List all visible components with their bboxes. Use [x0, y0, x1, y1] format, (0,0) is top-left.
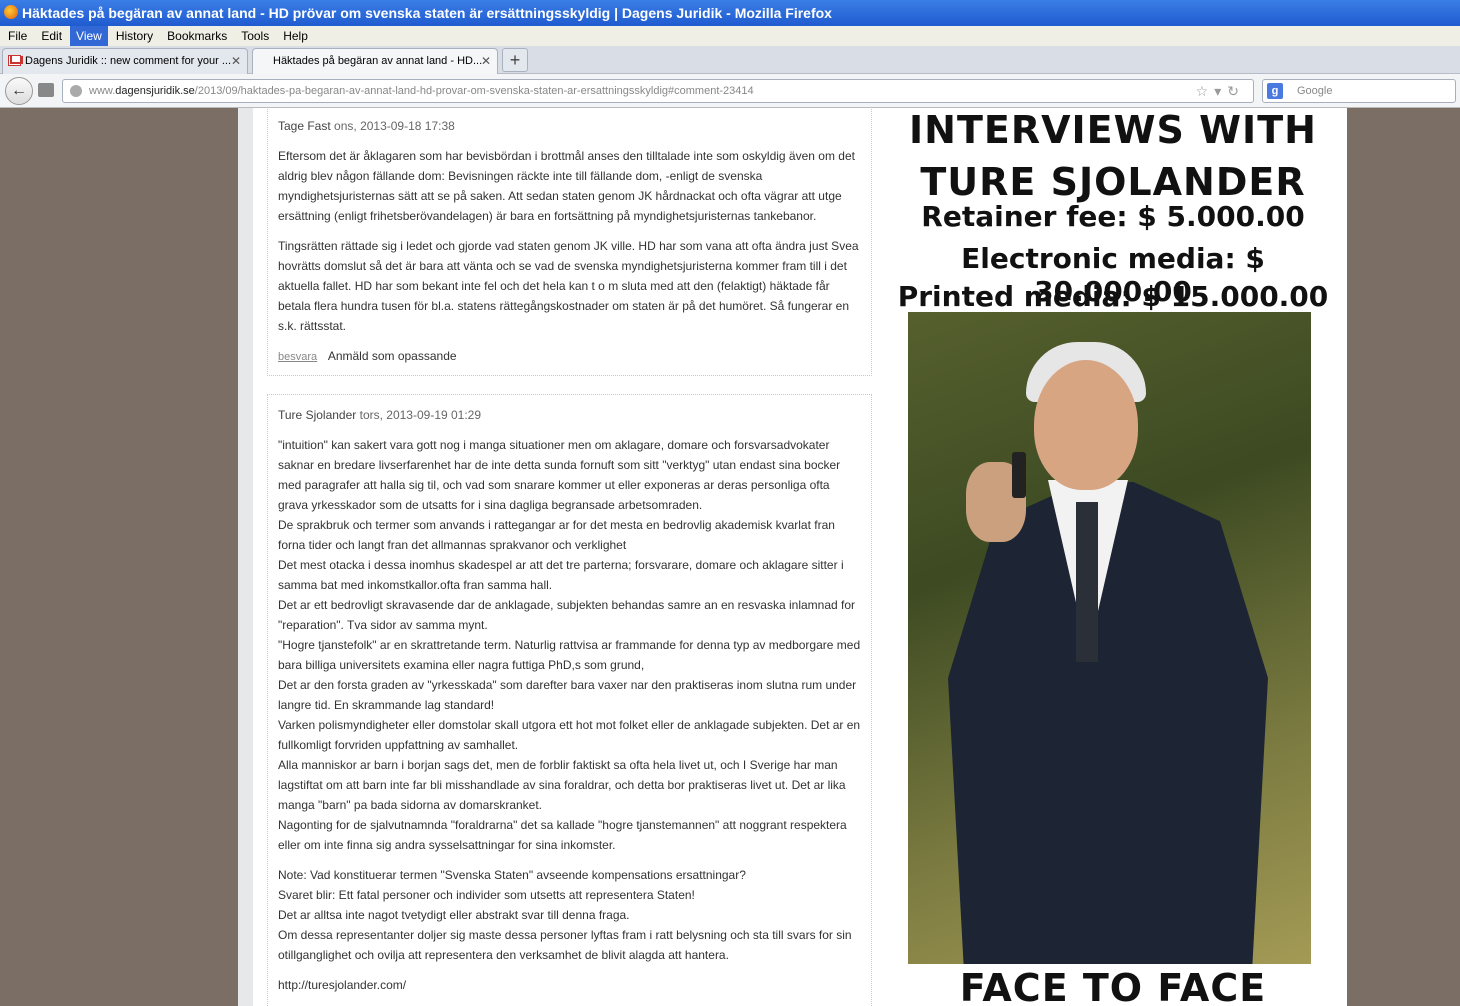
ad-banner[interactable]: INTERVIEWS WITH TURE SJOLANDER Retainer …: [879, 108, 1347, 1006]
comment-meta: Ture Sjolander tors, 2013-09-19 01:29: [278, 405, 861, 425]
google-icon[interactable]: g: [1267, 83, 1283, 99]
comment-paragraph: "intuition" kan sakert vara gott nog i m…: [278, 438, 861, 852]
ad-headline-1: INTERVIEWS WITH: [909, 108, 1317, 152]
page-viewport: Tage Fast ons, 2013-09-18 17:38 Eftersom…: [0, 108, 1460, 1006]
head-shape: [1034, 360, 1138, 490]
url-bar[interactable]: www.dagensjuridik.se/2013/09/haktades-pa…: [62, 79, 1254, 103]
comment-tage-fast: Tage Fast ons, 2013-09-18 17:38 Eftersom…: [267, 108, 872, 376]
gmail-icon: [8, 55, 21, 66]
search-placeholder: Google: [1297, 85, 1333, 97]
ad-headline-2: TURE SJOLANDER: [920, 160, 1306, 204]
bookmark-star-icon[interactable]: ☆: [1196, 83, 1215, 99]
tab-article[interactable]: Häktades på begäran av annat land - HD..…: [252, 48, 498, 74]
menu-history[interactable]: History: [110, 26, 159, 46]
comment-date: tors, 2013-09-19 01:29: [359, 408, 482, 422]
menu-file[interactable]: File: [2, 26, 33, 46]
menu-help[interactable]: Help: [277, 26, 314, 46]
new-tab-button[interactable]: +: [502, 48, 528, 72]
ad-retainer-fee: Retainer fee: $ 5.000.00: [921, 200, 1305, 233]
menu-bookmarks[interactable]: Bookmarks: [161, 26, 233, 46]
ad-printed-media: Printed media: $ 15.000.00: [897, 280, 1329, 313]
tab-dagens-juridik-mail[interactable]: Dagens Juridik :: new comment for your .…: [2, 48, 248, 74]
window-title: Häktades på begäran av annat land - HD p…: [22, 5, 832, 21]
comment-author: Tage Fast: [278, 119, 331, 133]
back-button[interactable]: ←: [5, 77, 33, 105]
firefox-icon: [4, 5, 18, 19]
ad-footer: FACE TO FACE: [959, 966, 1267, 1006]
comment-date: ons, 2013-09-18 17:38: [334, 119, 455, 133]
reply-link[interactable]: besvara: [278, 351, 317, 363]
search-input[interactable]: g Google: [1262, 79, 1456, 103]
url-prefix: www.: [89, 85, 116, 97]
tab-label: Dagens Juridik :: new comment for your .…: [25, 55, 232, 67]
comment-paragraph: Tingsrätten rättade sig i ledet och gjor…: [278, 239, 859, 333]
tab-label: Häktades på begäran av annat land - HD..…: [273, 55, 483, 67]
home-icon[interactable]: [38, 83, 54, 97]
tab-bar: Dagens Juridik :: new comment for your .…: [0, 46, 1460, 74]
comment-actions: besvara Anmäld som opassande: [278, 346, 861, 367]
comment-meta: Tage Fast ons, 2013-09-18 17:38: [278, 116, 861, 136]
comment-link[interactable]: http://turesjolander.com/: [278, 975, 861, 995]
dropdown-icon[interactable]: ▾: [1214, 83, 1227, 99]
url-host: dagensjuridik.se: [115, 85, 195, 97]
menu-view[interactable]: View: [70, 26, 108, 46]
portrait-photo: [908, 312, 1311, 964]
left-gutter: [238, 108, 253, 1006]
tie-shape: [1076, 502, 1098, 662]
navigation-bar: ← www.dagensjuridik.se/2013/09/haktades-…: [0, 74, 1460, 108]
phone-icon: [1012, 452, 1026, 498]
comment-paragraph: Eftersom det är åklagaren som har bevisb…: [278, 149, 855, 223]
url-actions: ☆▾↻: [1196, 80, 1245, 102]
globe-icon: [70, 85, 82, 97]
menu-tools[interactable]: Tools: [235, 26, 275, 46]
close-tab-icon[interactable]: ✕: [231, 49, 241, 73]
window-title-bar: Häktades på begäran av annat land - HD p…: [0, 0, 1460, 26]
report-link[interactable]: Anmäld som opassande: [328, 349, 457, 363]
close-tab-icon[interactable]: ✕: [481, 49, 491, 73]
reload-icon[interactable]: ↻: [1227, 83, 1245, 99]
comment-author: Ture Sjolander: [278, 408, 357, 422]
menu-edit[interactable]: Edit: [35, 26, 68, 46]
url-path: /2013/09/haktades-pa-begaran-av-annat-la…: [194, 85, 754, 97]
comment-paragraph: Note: Vad konstituerar termen "Svenska S…: [278, 868, 852, 962]
menu-bar: File Edit View History Bookmarks Tools Help: [0, 26, 1460, 46]
comment-ture-sjolander: Ture Sjolander tors, 2013-09-19 01:29 "i…: [267, 394, 872, 1006]
